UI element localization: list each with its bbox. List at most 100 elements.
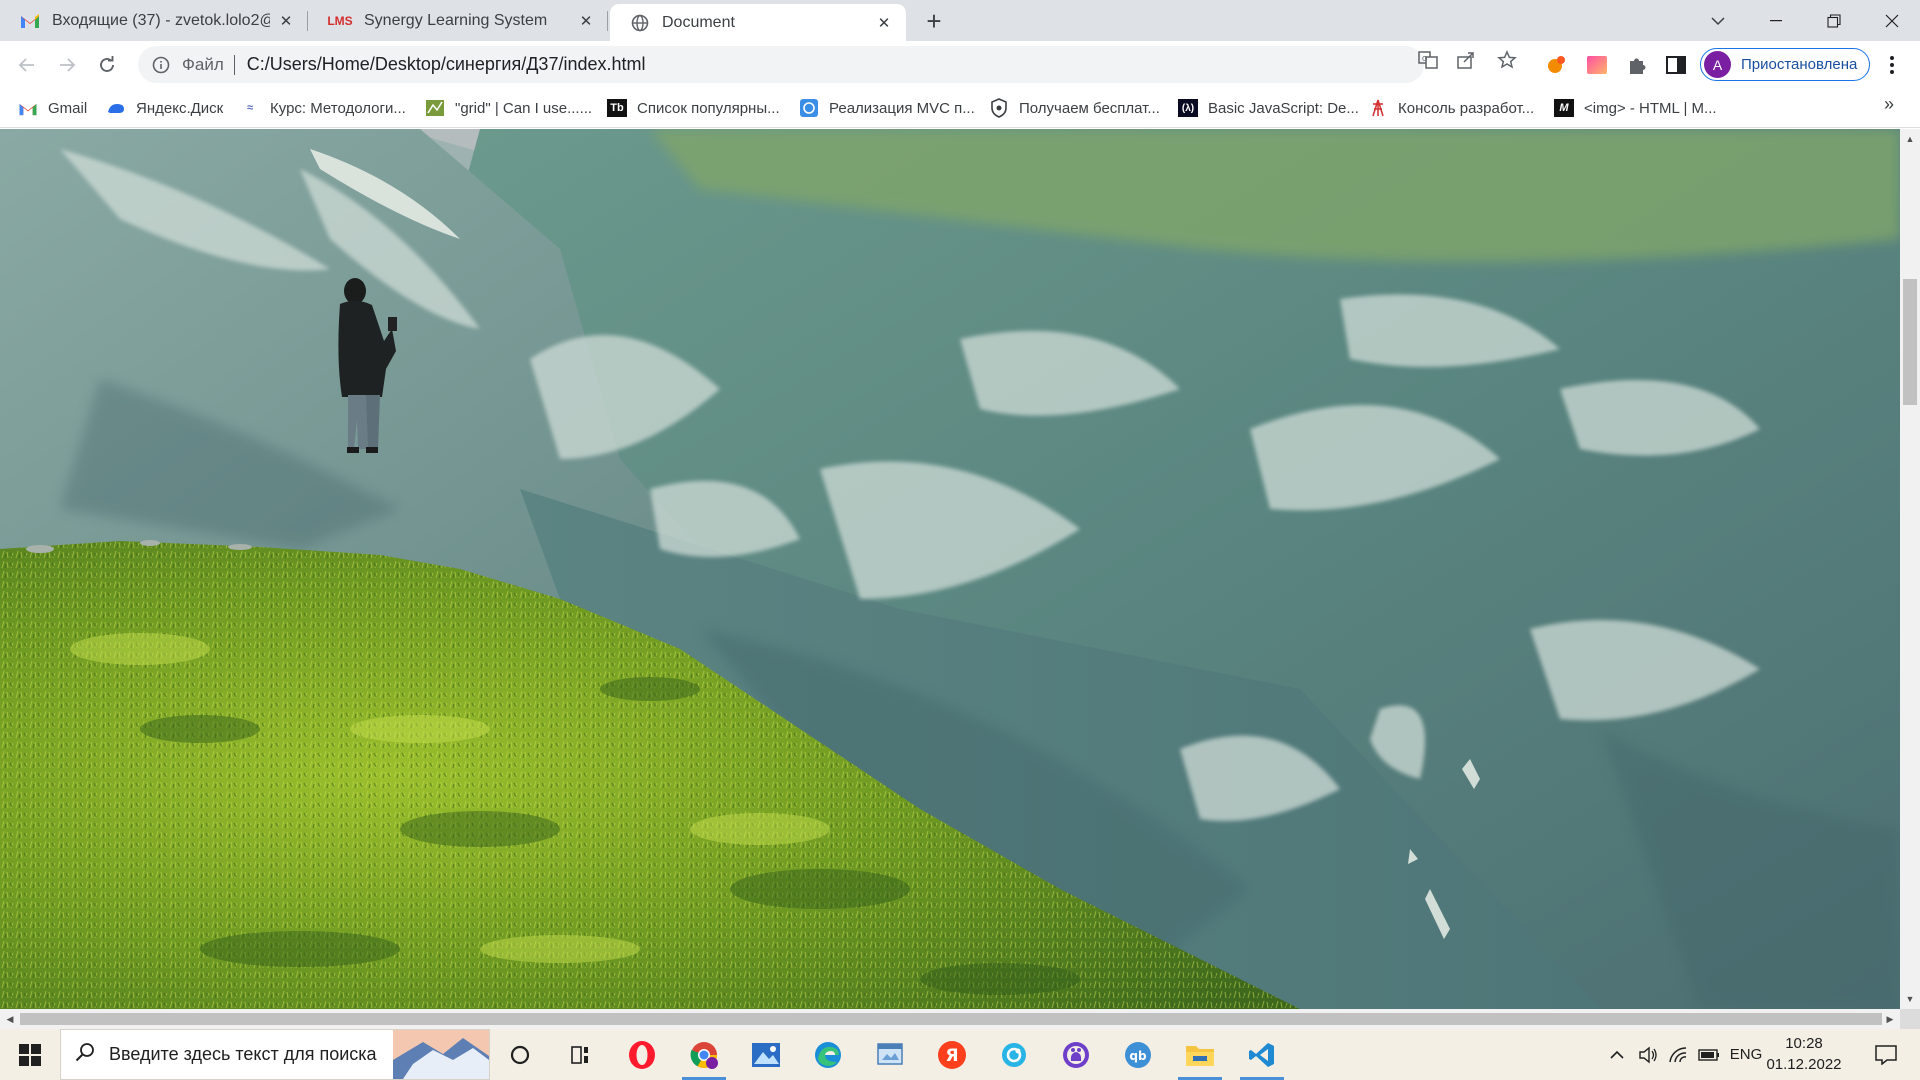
notifications-icon[interactable] bbox=[1866, 1029, 1906, 1080]
vertical-scrollbar[interactable]: ▲ ▼ bbox=[1900, 129, 1920, 1009]
globe-icon bbox=[630, 13, 650, 33]
bookmarks-overflow-button[interactable]: » bbox=[1884, 94, 1894, 115]
tab-gmail[interactable]: Входящие (37) - zvetok.lolo2@gmail.com ✕ bbox=[0, 0, 308, 41]
search-highlight-art bbox=[393, 1030, 489, 1079]
puzzle-icon[interactable] bbox=[1626, 53, 1650, 77]
vscode-icon bbox=[1249, 1042, 1274, 1067]
profile-button[interactable]: A Приостановлена bbox=[1700, 48, 1870, 81]
edge-icon bbox=[815, 1041, 841, 1068]
yandex-browser-icon: Я bbox=[938, 1040, 966, 1069]
close-icon[interactable]: ✕ bbox=[874, 13, 894, 33]
reload-button[interactable] bbox=[91, 49, 123, 81]
new-tab-button[interactable]: + bbox=[920, 8, 948, 36]
horizontal-scroll-thumb[interactable] bbox=[20, 1013, 1882, 1025]
github-desktop-icon bbox=[1063, 1041, 1089, 1068]
taskbar-app-github[interactable] bbox=[1046, 1029, 1106, 1080]
bookmark-label: Консоль разработ... bbox=[1398, 99, 1535, 117]
address-bar[interactable]: Файл C:/Users/Home/Desktop/синергия/Д37/… bbox=[138, 46, 1424, 83]
photos-icon bbox=[752, 1042, 780, 1067]
console-icon bbox=[1368, 99, 1388, 117]
taskbar-app-control-panel[interactable] bbox=[860, 1029, 920, 1080]
tab-document[interactable]: Document ✕ bbox=[610, 4, 906, 41]
synergy-icon: LMS bbox=[327, 13, 353, 28]
scroll-down-arrow-icon[interactable]: ▼ bbox=[1900, 989, 1920, 1009]
task-view-button[interactable] bbox=[550, 1029, 610, 1080]
extension-gradient-icon[interactable] bbox=[1585, 53, 1609, 77]
vertical-scroll-thumb[interactable] bbox=[1903, 279, 1917, 405]
restore-button[interactable] bbox=[1806, 0, 1862, 41]
start-button[interactable] bbox=[0, 1029, 60, 1080]
yandex-disk-icon bbox=[106, 99, 126, 117]
taskbar-app-qbittorrent[interactable]: qb bbox=[1108, 1029, 1168, 1080]
bookmark-label: <img> - HTML | M... bbox=[1584, 99, 1717, 117]
taskbar-app-file-explorer[interactable] bbox=[1170, 1029, 1230, 1080]
bookmark-yandex-disk[interactable]: Яндекс.Диск bbox=[106, 96, 223, 120]
taskbar-app-edge[interactable] bbox=[798, 1029, 858, 1080]
bookmark-star-icon[interactable] bbox=[1497, 50, 1517, 70]
window-close-button[interactable] bbox=[1864, 0, 1920, 41]
bookmark-label: Получаем бесплат... bbox=[1019, 99, 1160, 117]
app-blue-icon bbox=[1002, 1042, 1026, 1067]
forward-button[interactable] bbox=[51, 49, 83, 81]
close-icon[interactable]: ✕ bbox=[576, 11, 596, 31]
taskbar-app-chrome[interactable] bbox=[674, 1029, 734, 1080]
cortana-button[interactable] bbox=[490, 1029, 550, 1080]
wifi-icon[interactable] bbox=[1664, 1029, 1692, 1080]
scheme-label: Файл bbox=[182, 54, 224, 74]
clock-date: 01.12.2022 bbox=[1766, 1056, 1842, 1073]
taskbar-app-opera[interactable] bbox=[612, 1029, 672, 1080]
tab-synergy[interactable]: LMS Synergy Learning System ✕ bbox=[308, 0, 608, 41]
bookmark-label: Реализация MVC п... bbox=[829, 99, 975, 117]
side-panel-icon[interactable] bbox=[1664, 53, 1688, 77]
volume-icon[interactable] bbox=[1634, 1029, 1662, 1080]
taskbar-search-box[interactable]: Введите здесь текст для поиска bbox=[60, 1029, 490, 1080]
clock[interactable]: 10:28 01.12.2022 bbox=[1756, 1033, 1852, 1075]
search-placeholder: Введите здесь текст для поиска bbox=[109, 1044, 377, 1064]
taskbar-app-vscode[interactable] bbox=[1232, 1029, 1292, 1080]
extension-orange-icon[interactable] bbox=[1544, 53, 1568, 77]
back-button[interactable] bbox=[11, 49, 43, 81]
windows-logo-icon bbox=[19, 1043, 41, 1066]
translate-icon[interactable]: G bbox=[1418, 50, 1438, 70]
kebab-menu-icon[interactable] bbox=[1880, 53, 1904, 77]
bookmark-label: Список популярны... bbox=[637, 99, 780, 117]
tray-overflow-chevron-icon[interactable] bbox=[1604, 1029, 1630, 1080]
task-view-icon bbox=[571, 1045, 588, 1064]
scroll-up-arrow-icon[interactable]: ▲ bbox=[1900, 129, 1920, 149]
tab-strip: Входящие (37) - zvetok.lolo2@gmail.com ✕… bbox=[0, 0, 1920, 41]
course-icon: ≈ bbox=[246, 102, 254, 114]
horizontal-scrollbar[interactable]: ◀ ▶ bbox=[0, 1009, 1900, 1029]
svg-text:qb: qb bbox=[1129, 1049, 1147, 1063]
tab-search-icon[interactable] bbox=[1690, 0, 1746, 41]
bookmark-course[interactable]: ≈ Курс: Методологи... bbox=[240, 96, 406, 120]
taskbar-app-yandex[interactable]: Я bbox=[922, 1029, 982, 1080]
mdn-icon: M bbox=[1554, 99, 1574, 117]
qbittorrent-icon: qb bbox=[1125, 1041, 1151, 1068]
bookmark-caniuse[interactable]: "grid" | Can I use...... bbox=[425, 96, 592, 120]
bookmark-gmail[interactable]: Gmail bbox=[18, 96, 87, 120]
chrome-icon bbox=[690, 1041, 718, 1069]
profile-status: Приостановлена bbox=[1741, 56, 1858, 73]
tab-title: Входящие (37) - zvetok.lolo2@gmail.com bbox=[52, 11, 270, 29]
taskbar-app-photos[interactable] bbox=[736, 1029, 796, 1080]
minimize-button[interactable] bbox=[1748, 0, 1804, 41]
bookmark-dev-console[interactable]: Консоль разработ... bbox=[1368, 96, 1534, 120]
url-text[interactable]: C:/Users/Home/Desktop/синергия/Д37/index… bbox=[247, 54, 646, 75]
scrollbar-corner bbox=[1900, 1009, 1920, 1029]
bookmark-popular-list[interactable]: Tb Список популярны... bbox=[607, 96, 780, 120]
browser-toolbar: Файл C:/Users/Home/Desktop/синергия/Д37/… bbox=[0, 41, 1920, 88]
divider bbox=[233, 54, 235, 75]
share-icon[interactable] bbox=[1456, 50, 1476, 70]
scroll-right-arrow-icon[interactable]: ▶ bbox=[1880, 1009, 1900, 1029]
bookmark-basic-js[interactable]: (λ) Basic JavaScript: De... bbox=[1178, 96, 1359, 120]
close-icon[interactable]: ✕ bbox=[276, 11, 296, 31]
bookmark-mvc[interactable]: Реализация MVC п... bbox=[799, 96, 975, 120]
bookmark-free[interactable]: Получаем бесплат... bbox=[989, 96, 1160, 120]
svg-text:Я: Я bbox=[945, 1046, 958, 1066]
battery-icon[interactable] bbox=[1694, 1029, 1724, 1080]
tab-title: Synergy Learning System bbox=[364, 11, 548, 29]
bookmark-mdn-img[interactable]: M <img> - HTML | M... bbox=[1554, 96, 1717, 120]
info-icon[interactable] bbox=[152, 56, 170, 74]
scroll-left-arrow-icon[interactable]: ◀ bbox=[0, 1009, 20, 1029]
taskbar-app-blue-circle[interactable] bbox=[984, 1029, 1044, 1080]
